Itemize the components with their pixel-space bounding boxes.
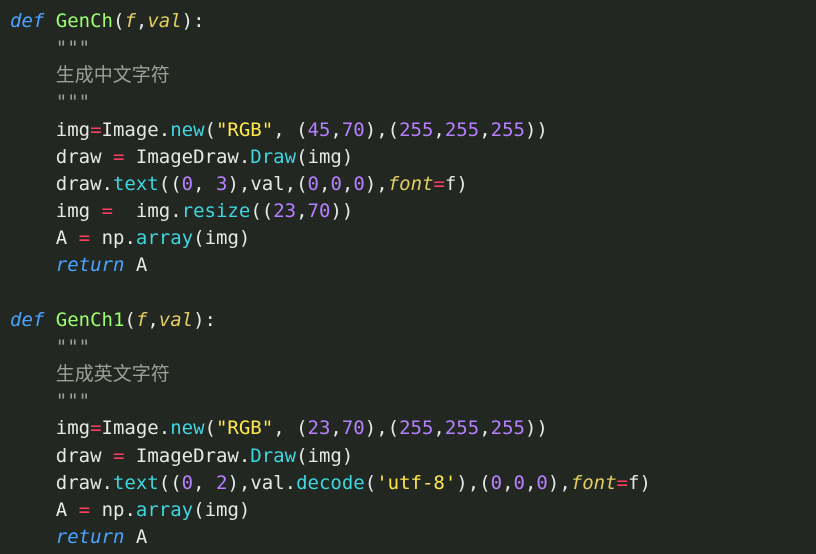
func-name: GenCh bbox=[56, 10, 113, 32]
param: val bbox=[147, 10, 181, 32]
docstring-quote: """ bbox=[56, 336, 90, 358]
param: f bbox=[136, 309, 147, 331]
docstring: 生成英文字符 bbox=[56, 363, 170, 385]
param: f bbox=[124, 10, 135, 32]
docstring: 生成中文字符 bbox=[56, 64, 170, 86]
keyword-return: return bbox=[56, 254, 125, 276]
func-name: GenCh1 bbox=[56, 309, 125, 331]
keyword-def: def bbox=[10, 10, 44, 32]
docstring-quote: """ bbox=[56, 390, 90, 412]
param: val bbox=[159, 309, 193, 331]
keyword-def: def bbox=[10, 309, 44, 331]
code-editor: def GenCh(f,val): """ 生成中文字符 """ img=Ima… bbox=[0, 0, 816, 554]
docstring-quote: """ bbox=[56, 37, 90, 59]
keyword-return: return bbox=[56, 526, 125, 548]
docstring-quote: """ bbox=[56, 91, 90, 113]
